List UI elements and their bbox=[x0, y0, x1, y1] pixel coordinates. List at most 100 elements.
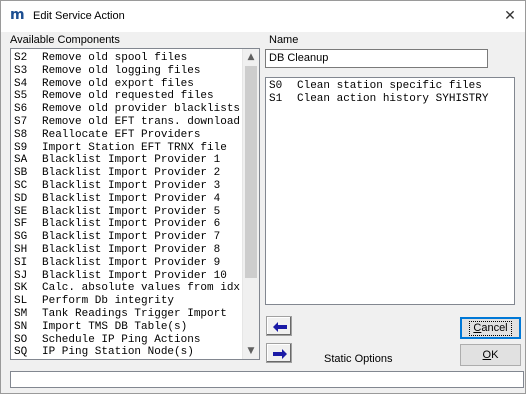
status-bar bbox=[10, 371, 524, 388]
available-component-list-item[interactable]: S7 Remove old EFT trans. download bbox=[11, 116, 259, 129]
edit-service-action-window: m Edit Service Action ✕ Available Compon… bbox=[0, 0, 526, 394]
selected-components-list[interactable]: S0 Clean station specific files S1 Clean ac… bbox=[265, 77, 515, 305]
available-component-list-item[interactable]: SN Import TMS DB Table(s) bbox=[11, 321, 259, 334]
selected-component-list-item[interactable]: S1 Clean action history SYHISTRY bbox=[266, 93, 514, 106]
arrow-right-icon bbox=[273, 349, 287, 359]
component-code: S7 bbox=[14, 115, 28, 128]
scroll-down-icon[interactable]: ▼ bbox=[243, 343, 259, 359]
name-input[interactable]: DB Cleanup bbox=[265, 49, 488, 68]
component-code: SM bbox=[14, 307, 28, 320]
available-components-scrollbar[interactable]: ▲ ▼ bbox=[242, 49, 259, 359]
available-component-list-item[interactable]: SH Blacklist Import Provider 8 bbox=[11, 244, 259, 257]
component-code: S6 bbox=[14, 103, 28, 116]
component-name: IP Ping Station Node(s) bbox=[42, 346, 194, 359]
component-code: SC bbox=[14, 179, 28, 192]
available-component-list-item[interactable]: S5 Remove old requested files bbox=[11, 90, 259, 103]
component-name: Remove old spool files bbox=[42, 52, 188, 64]
scroll-up-icon[interactable]: ▲ bbox=[243, 49, 259, 65]
selected-component-list-item[interactable]: S0 Clean station specific files bbox=[266, 80, 514, 93]
component-code: S0 bbox=[269, 80, 283, 92]
component-name: Blacklist Import Provider 9 bbox=[42, 256, 221, 269]
app-icon: m bbox=[10, 7, 25, 23]
component-name: Blacklist Import Provider 7 bbox=[42, 231, 221, 244]
component-code: S8 bbox=[14, 128, 28, 141]
component-code: S1 bbox=[269, 92, 283, 105]
available-component-list-item[interactable]: S8 Reallocate EFT Providers bbox=[11, 129, 259, 142]
title-bar[interactable]: m Edit Service Action ✕ bbox=[1, 1, 525, 32]
ok-button[interactable]: OK bbox=[460, 344, 521, 366]
component-name: Blacklist Import Provider 5 bbox=[42, 205, 221, 218]
component-code: S2 bbox=[14, 52, 28, 64]
available-component-list-item[interactable]: S2 Remove old spool files bbox=[11, 52, 259, 65]
component-name: Import Station EFT TRNX file bbox=[42, 141, 227, 154]
component-name: Clean action history SYHISTRY bbox=[297, 92, 489, 105]
available-component-list-item[interactable]: SA Blacklist Import Provider 1 bbox=[11, 154, 259, 167]
available-components-label: Available Components bbox=[10, 34, 120, 46]
component-name: Reallocate EFT Providers bbox=[42, 128, 201, 141]
component-code: SN bbox=[14, 320, 28, 333]
component-code: SG bbox=[14, 231, 28, 244]
available-component-list-item[interactable]: SM Tank Readings Trigger Import bbox=[11, 308, 259, 321]
component-code: SI bbox=[14, 256, 28, 269]
cancel-button[interactable]: Cancel bbox=[460, 317, 521, 339]
component-code: SK bbox=[14, 282, 28, 295]
available-component-list-item[interactable]: SF Blacklist Import Provider 6 bbox=[11, 218, 259, 231]
component-name: Blacklist Import Provider 8 bbox=[42, 243, 221, 256]
component-code: SH bbox=[14, 243, 28, 256]
available-component-list-item[interactable]: S3 Remove old logging files bbox=[11, 65, 259, 78]
component-code: S3 bbox=[14, 64, 28, 77]
available-component-list-item[interactable]: SC Blacklist Import Provider 3 bbox=[11, 180, 259, 193]
component-code: SB bbox=[14, 167, 28, 180]
static-options-label: Static Options bbox=[324, 353, 393, 365]
available-component-list-item[interactable]: SG Blacklist Import Provider 7 bbox=[11, 231, 259, 244]
component-code: SJ bbox=[14, 269, 28, 282]
component-code: SA bbox=[14, 154, 28, 167]
component-code: SD bbox=[14, 192, 28, 205]
available-component-list-item[interactable]: SE Blacklist Import Provider 5 bbox=[11, 206, 259, 219]
component-code: SE bbox=[14, 205, 28, 218]
available-components-list[interactable]: S2 Remove old spool files S3 Remove old log… bbox=[10, 48, 260, 360]
name-label: Name bbox=[269, 34, 299, 46]
component-code: S4 bbox=[14, 77, 28, 90]
available-component-list-item[interactable]: S4 Remove old export files bbox=[11, 78, 259, 91]
available-component-list-item[interactable]: SD Blacklist Import Provider 4 bbox=[11, 193, 259, 206]
arrow-left-icon bbox=[273, 322, 287, 332]
component-name: Blacklist Import Provider 6 bbox=[42, 218, 221, 231]
add-component-button[interactable] bbox=[266, 343, 292, 363]
component-name: Clean station specific files bbox=[297, 80, 482, 92]
available-component-list-item[interactable]: SO Schedule IP Ping Actions bbox=[11, 334, 259, 347]
component-name: Tank Readings Trigger Import bbox=[42, 307, 227, 320]
component-code: SF bbox=[14, 218, 28, 231]
window-title: Edit Service Action bbox=[33, 10, 125, 22]
component-code: S9 bbox=[14, 141, 28, 154]
available-component-list-item[interactable]: SJ Blacklist Import Provider 10 bbox=[11, 270, 259, 283]
cancel-button-label: Cancel bbox=[469, 321, 512, 336]
component-name: Blacklist Import Provider 1 bbox=[42, 154, 221, 167]
component-name: Blacklist Import Provider 2 bbox=[42, 167, 221, 180]
close-icon[interactable]: ✕ bbox=[495, 1, 525, 31]
available-component-list-item[interactable]: SB Blacklist Import Provider 2 bbox=[11, 167, 259, 180]
component-name: Remove old EFT trans. download bbox=[42, 115, 241, 128]
component-name: Blacklist Import Provider 10 bbox=[42, 269, 227, 282]
remove-component-button[interactable] bbox=[266, 316, 292, 336]
component-code: SQ bbox=[14, 346, 28, 359]
component-name: Remove old requested files bbox=[42, 90, 214, 103]
component-code: SO bbox=[14, 333, 28, 346]
component-name: Calc. absolute values from idx bbox=[42, 282, 241, 295]
available-component-list-item[interactable]: SQ IP Ping Station Node(s) bbox=[11, 346, 259, 359]
component-name: Blacklist Import Provider 3 bbox=[42, 179, 221, 192]
scroll-thumb[interactable] bbox=[245, 66, 257, 278]
component-name: Remove old logging files bbox=[42, 64, 201, 77]
available-component-list-item[interactable]: S6 Remove old provider blacklists bbox=[11, 103, 259, 116]
component-name: Remove old export files bbox=[42, 77, 194, 90]
available-component-list-item[interactable]: SL Perform Db integrity bbox=[11, 295, 259, 308]
component-name: Blacklist Import Provider 4 bbox=[42, 192, 221, 205]
component-code: SL bbox=[14, 295, 28, 308]
component-name: Remove old provider blacklists bbox=[42, 103, 241, 116]
ok-button-label: OK bbox=[482, 349, 499, 361]
component-code: S5 bbox=[14, 90, 28, 103]
available-component-list-item[interactable]: SK Calc. absolute values from idx bbox=[11, 282, 259, 295]
available-component-list-item[interactable]: SI Blacklist Import Provider 9 bbox=[11, 257, 259, 270]
available-component-list-item[interactable]: S9 Import Station EFT TRNX file bbox=[11, 142, 259, 155]
component-name: Schedule IP Ping Actions bbox=[42, 333, 201, 346]
